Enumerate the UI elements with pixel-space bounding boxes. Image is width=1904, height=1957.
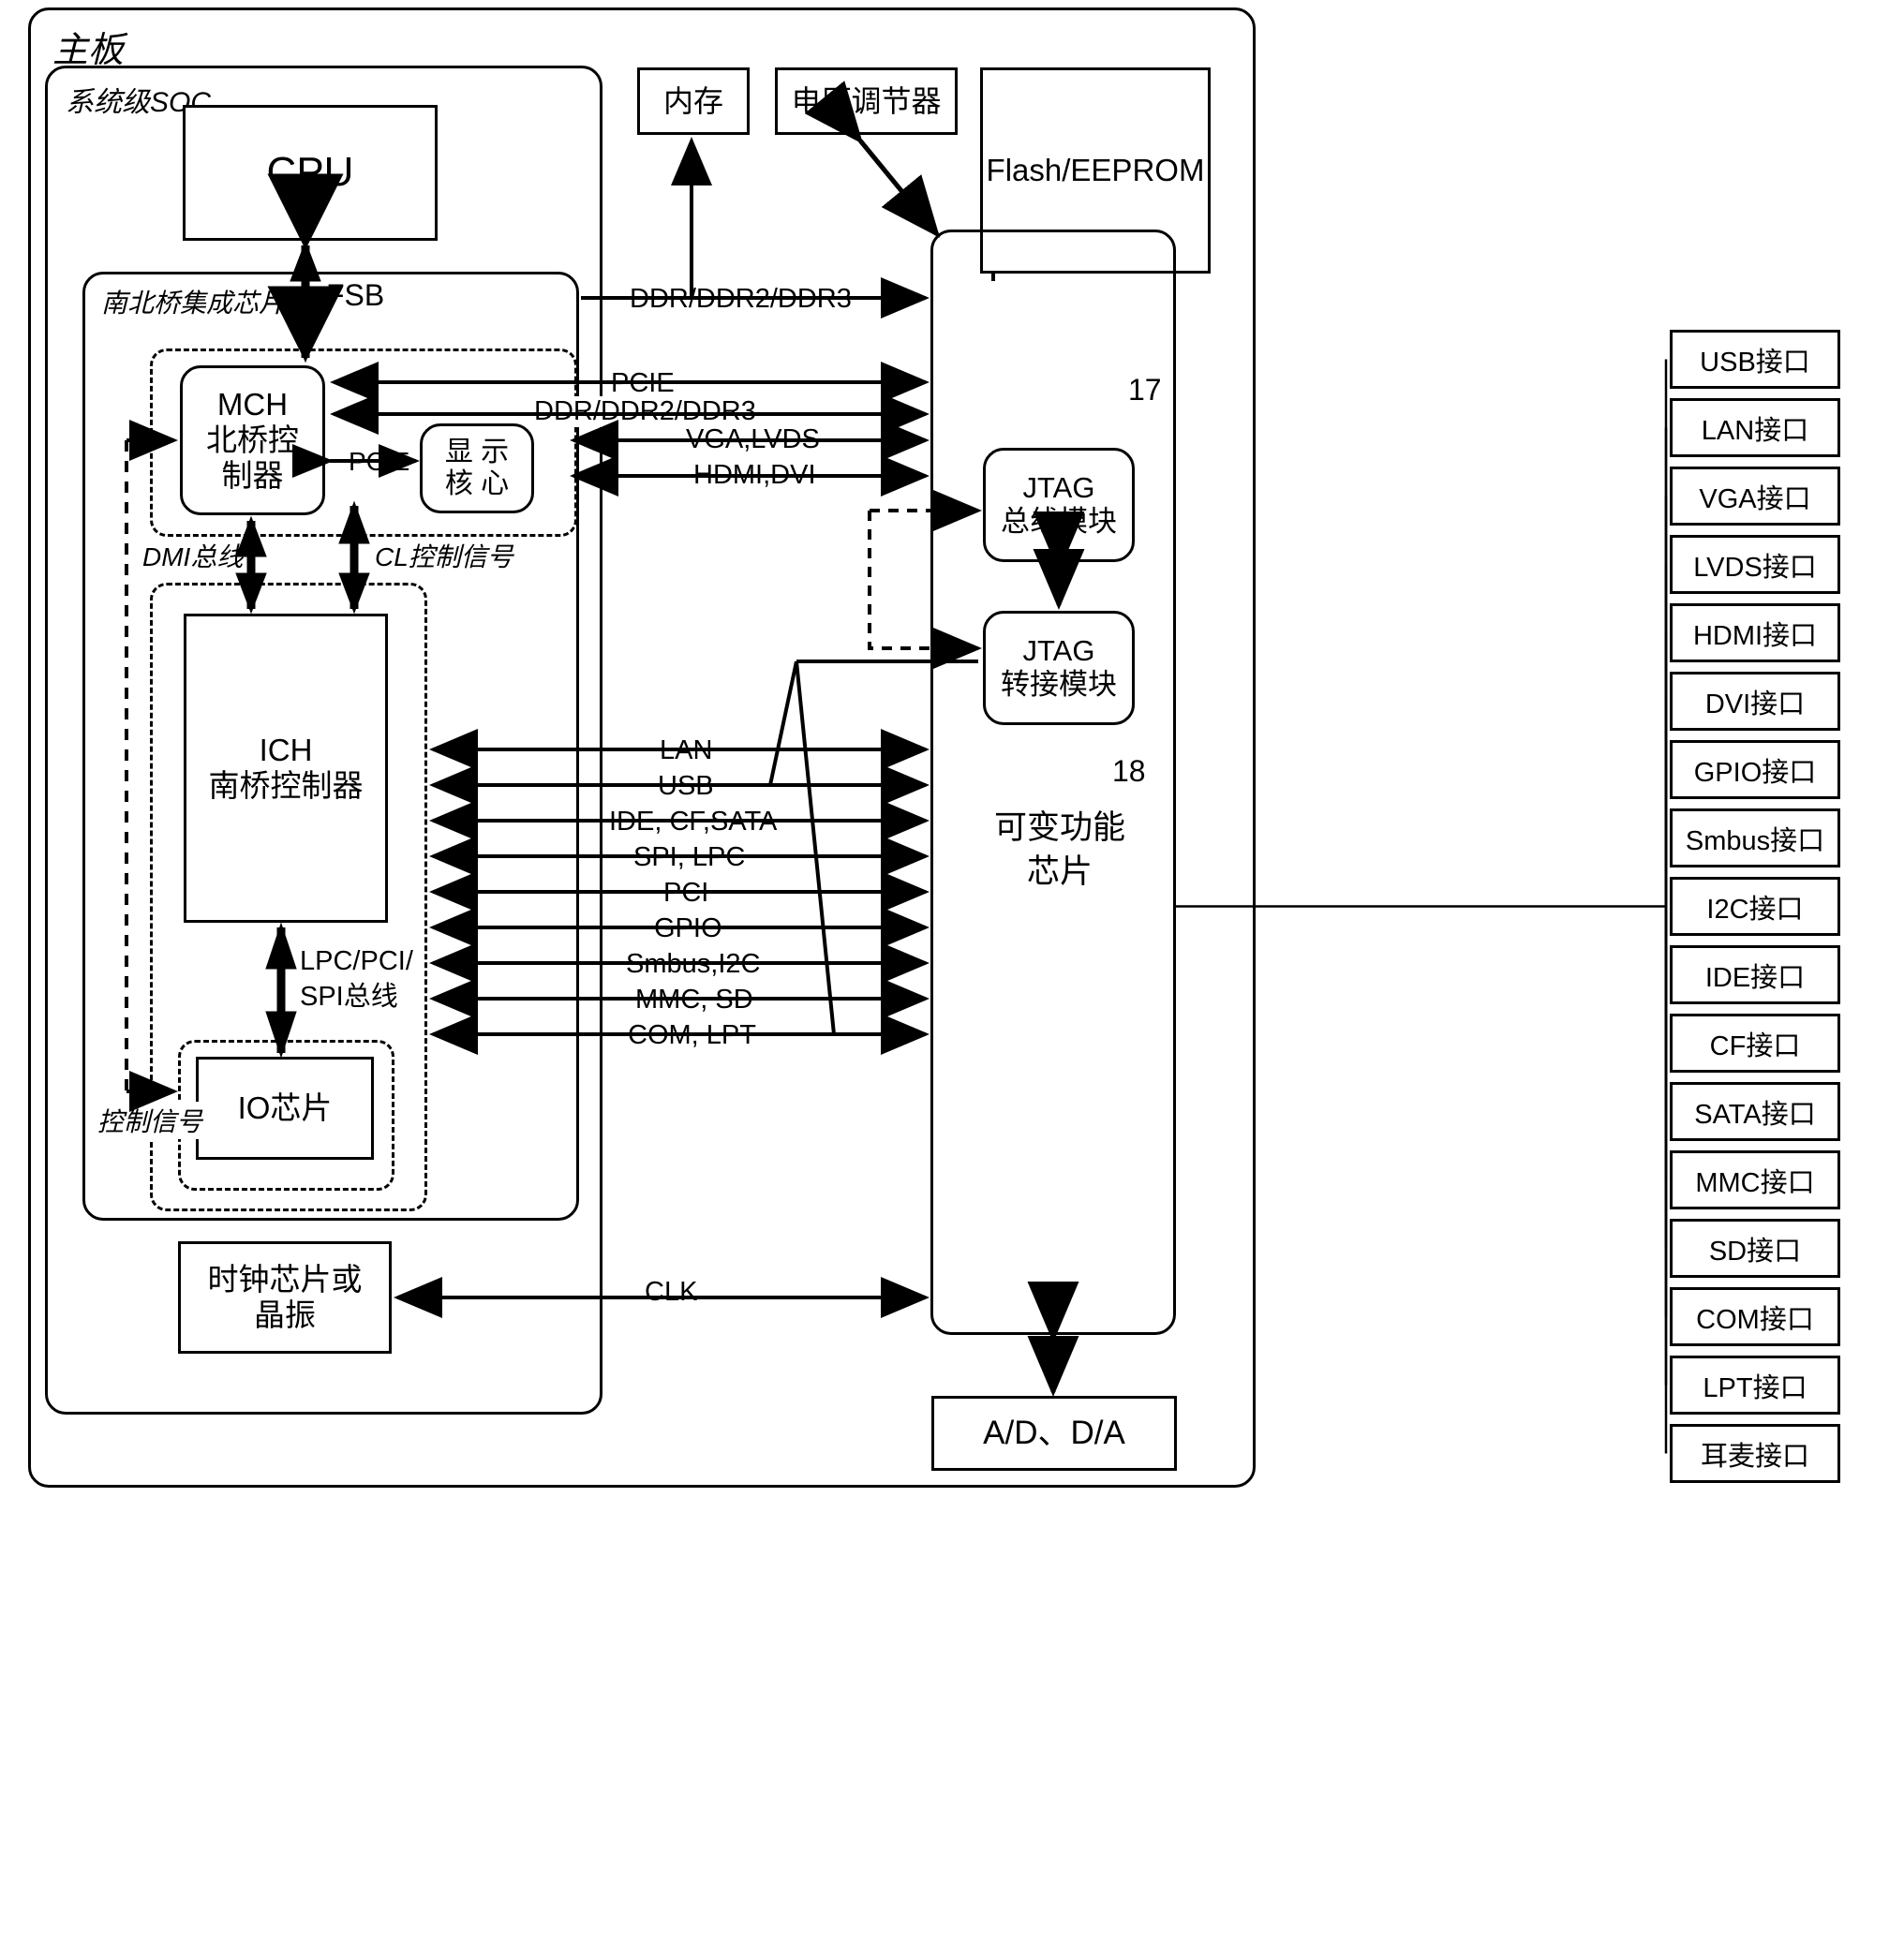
motherboard-title: 主板 xyxy=(52,31,125,70)
signal-label-clk: CLK xyxy=(641,1277,702,1308)
display-core-label-line1: 显 示 xyxy=(444,436,510,467)
jtag-bus-module-label-line1: JTAG xyxy=(1022,471,1095,505)
signal-label-spi-lpc: SPI, LPC xyxy=(630,842,750,873)
cl-control-signal-label: CL控制信号 xyxy=(371,537,517,574)
signal-label-pci: PCI xyxy=(660,878,713,909)
interface-box[interactable]: VGA接口 xyxy=(1670,467,1840,526)
interface-box[interactable]: LPT接口 xyxy=(1670,1356,1840,1415)
interface-box-label: CF接口 xyxy=(1709,1030,1801,1061)
fsb-label: FSB xyxy=(322,278,389,313)
cpu-block: CPU xyxy=(183,105,438,241)
cpu-label: CPU xyxy=(266,149,354,196)
jtag-bus-module-label-line2: 总线模块 xyxy=(1001,505,1117,538)
display-core-block: 显 示 核 心 xyxy=(420,423,534,513)
signal-label-usb: USB xyxy=(654,771,718,802)
interface-box[interactable]: COM接口 xyxy=(1670,1287,1840,1346)
jtag-adapter-module-label-line1: JTAG xyxy=(1022,634,1095,668)
interface-box-label: SATA接口 xyxy=(1694,1099,1816,1130)
pcie-mch-display-label: PCIE xyxy=(345,447,414,477)
interface-box-label: 耳麦接口 xyxy=(1700,1441,1809,1472)
interface-box[interactable]: CF接口 xyxy=(1670,1014,1840,1073)
interface-box[interactable]: IDE接口 xyxy=(1670,945,1840,1004)
signal-label-smbus-i2c: Smbus,I2C xyxy=(622,949,765,980)
voltage-regulator-block: 电压调节器 xyxy=(775,67,958,135)
interface-box-label: DVI接口 xyxy=(1704,689,1806,719)
diagram-canvas: 主板 系统级SOC CPU 南北桥集成芯片 MCH 北桥控 制器 显 示 核 心… xyxy=(0,0,1904,1957)
interface-box[interactable]: USB接口 xyxy=(1670,330,1840,389)
interface-box[interactable]: SATA接口 xyxy=(1670,1082,1840,1141)
interface-box-label: LPT接口 xyxy=(1703,1372,1807,1403)
interface-box-label: HDMI接口 xyxy=(1692,620,1818,651)
interface-box[interactable]: LAN接口 xyxy=(1670,398,1840,457)
mch-label-line2: 北桥控 xyxy=(206,423,299,458)
display-core-label-line2: 核 心 xyxy=(444,468,510,499)
dmi-bus-label: DMI总线 xyxy=(139,537,247,574)
memory-label: 内存 xyxy=(662,83,723,118)
interface-box[interactable]: MMC接口 xyxy=(1670,1150,1840,1209)
interface-box-label: MMC接口 xyxy=(1695,1167,1815,1198)
interface-box[interactable]: 耳麦接口 xyxy=(1670,1424,1840,1483)
jtag-bus-module-block: JTAG 总线模块 xyxy=(983,448,1135,562)
memory-block: 内存 xyxy=(637,67,750,135)
mch-label-line1: MCH xyxy=(216,387,289,423)
interface-box[interactable]: DVI接口 xyxy=(1670,672,1840,731)
interface-box[interactable]: I2C接口 xyxy=(1670,877,1840,936)
ich-label-line2: 南桥控制器 xyxy=(208,768,364,803)
mch-label-line3: 制器 xyxy=(221,457,284,493)
ad-da-block: A/D、D/A xyxy=(931,1396,1177,1471)
variable-chip-line1: 可变功能 xyxy=(994,809,1126,846)
ich-block: ICH 南桥控制器 xyxy=(184,614,388,923)
interface-box-label: GPIO接口 xyxy=(1693,757,1817,788)
lpc-pci-spi-bus-label: LPC/PCI/ SPI总线 xyxy=(296,944,417,1016)
interface-box-label: Smbus接口 xyxy=(1685,825,1825,856)
interface-box-label: I2C接口 xyxy=(1706,894,1804,925)
signal-label-lan: LAN xyxy=(656,735,717,766)
interface-box-label: USB接口 xyxy=(1700,347,1810,378)
callout-18: 18 xyxy=(1112,754,1146,788)
interface-box-label: LAN接口 xyxy=(1701,415,1809,446)
interface-box-label: LVDS接口 xyxy=(1693,552,1817,583)
signal-label-pcie: PCIE xyxy=(607,368,678,399)
signal-label-vga-lvds: VGA,LVDS xyxy=(682,424,824,455)
signal-label-hdmi-dvi: HDMI,DVI xyxy=(690,460,820,491)
signal-label-gpio: GPIO xyxy=(650,913,726,944)
lpc-pci-spi-line2: SPI总线 xyxy=(300,981,398,1012)
jtag-adapter-module-block: JTAG 转接模块 xyxy=(983,611,1135,725)
io-chip-block: IO芯片 xyxy=(196,1057,374,1160)
interface-box[interactable]: SD接口 xyxy=(1670,1219,1840,1278)
mch-block: MCH 北桥控 制器 xyxy=(180,365,325,515)
clock-chip-label-line2: 晶振 xyxy=(254,1297,316,1332)
flash-eeprom-label: Flash/EEPROM xyxy=(986,153,1205,188)
variable-function-chip-label: 可变功能 芯片 xyxy=(990,806,1129,895)
io-chip-label: IO芯片 xyxy=(237,1090,333,1126)
interface-box-label: IDE接口 xyxy=(1704,962,1806,993)
interface-box-label: COM接口 xyxy=(1696,1304,1814,1335)
control-signal-label: 控制信号 xyxy=(94,1102,207,1139)
signal-label-com-lpt: COM, LPT xyxy=(624,1020,760,1051)
jtag-adapter-module-label-line2: 转接模块 xyxy=(1001,668,1117,701)
ad-da-label: A/D、D/A xyxy=(983,1414,1125,1451)
lpc-pci-spi-line1: LPC/PCI/ xyxy=(300,946,413,976)
signal-label-ddr-top: DDR/DDR2/DDR3 xyxy=(626,284,855,315)
interface-box[interactable]: LVDS接口 xyxy=(1670,535,1840,594)
voltage-regulator-label: 电压调节器 xyxy=(791,83,942,118)
signal-label-ide-cf-sata: IDE, CF,SATA xyxy=(605,807,781,838)
clock-chip-block: 时钟芯片或 晶振 xyxy=(178,1241,392,1354)
ich-label-line1: ICH xyxy=(259,733,313,768)
bridge-chip-label: 南北桥集成芯片 xyxy=(101,289,286,318)
interface-box-label: SD接口 xyxy=(1708,1236,1802,1267)
signal-label-ddr-mch: DDR/DDR2/DDR3 xyxy=(530,396,760,427)
interface-box-label: VGA接口 xyxy=(1699,483,1811,514)
variable-chip-line2: 芯片 xyxy=(1027,853,1093,891)
interface-box[interactable]: Smbus接口 xyxy=(1670,808,1840,867)
signal-label-mmc-sd: MMC, SD xyxy=(632,985,757,1016)
callout-17: 17 xyxy=(1128,373,1162,407)
interface-box[interactable]: HDMI接口 xyxy=(1670,603,1840,662)
clock-chip-label-line1: 时钟芯片或 xyxy=(207,1262,363,1297)
interface-box[interactable]: GPIO接口 xyxy=(1670,740,1840,799)
